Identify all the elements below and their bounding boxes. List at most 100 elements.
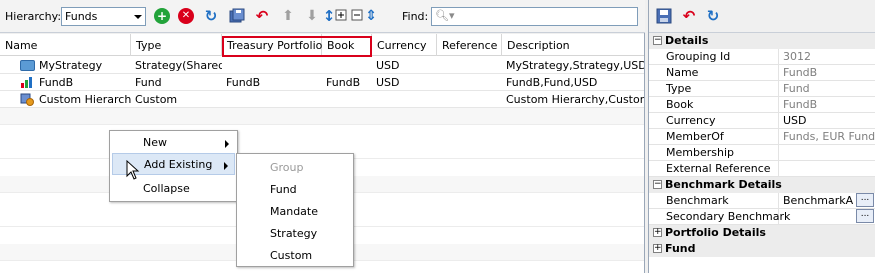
chevron-down-icon bbox=[134, 15, 142, 19]
delete-icon[interactable]: ✕ bbox=[178, 8, 194, 24]
add-existing-submenu: Group Fund Mandate Strategy Custom bbox=[236, 153, 354, 267]
row-reference bbox=[437, 74, 502, 90]
property-name: Currency bbox=[649, 113, 779, 129]
row-treasury bbox=[222, 91, 322, 107]
custom-hierarchy-icon bbox=[20, 93, 35, 106]
find-label: Find: bbox=[402, 10, 429, 23]
find-input[interactable]: 🔍︎▾ bbox=[431, 7, 638, 26]
table-row[interactable]: FundB Fund FundB FundB USD FundB,Fund,US… bbox=[0, 74, 644, 91]
property-row[interactable]: MemberOf Funds, EUR Funds bbox=[649, 129, 875, 145]
menu-item-label: New bbox=[143, 136, 167, 149]
row-type: Fund bbox=[135, 76, 162, 89]
row-type: Strategy(Shared) bbox=[135, 59, 222, 72]
properties-toolbar: ↶ ↻ bbox=[649, 0, 875, 33]
row-currency bbox=[372, 91, 437, 107]
property-row[interactable]: Benchmark BenchmarkA ... bbox=[649, 193, 875, 209]
column-header-type[interactable]: Type bbox=[131, 34, 222, 56]
column-header-name[interactable]: Name bbox=[0, 34, 131, 56]
row-name: FundB bbox=[39, 76, 74, 89]
menu-item-new[interactable]: New bbox=[112, 132, 235, 154]
submenu-arrow-icon bbox=[225, 140, 229, 148]
save-icon[interactable] bbox=[656, 8, 672, 24]
property-name: External Reference bbox=[649, 161, 779, 177]
benchmark-browse-button[interactable]: ... bbox=[856, 193, 874, 207]
row-currency: USD bbox=[376, 59, 400, 72]
submenu-item-fund[interactable]: Fund bbox=[239, 179, 351, 201]
row-type: Custom bbox=[135, 93, 178, 106]
property-name: Type bbox=[649, 81, 779, 97]
property-grid: − Details Grouping Id 3012 Name FundB Ty… bbox=[649, 33, 875, 273]
property-row[interactable]: Name FundB bbox=[649, 65, 875, 81]
save-all-icon[interactable] bbox=[229, 8, 245, 24]
submenu-item-custom[interactable]: Custom bbox=[239, 245, 351, 267]
submenu-item-mandate[interactable]: Mandate bbox=[239, 201, 351, 223]
property-row[interactable]: Secondary Benchmark ... bbox=[649, 209, 875, 225]
undo-icon[interactable]: ↶ bbox=[681, 7, 697, 25]
column-header-reference[interactable]: Reference bbox=[437, 34, 502, 56]
section-title: Benchmark Details bbox=[665, 178, 782, 191]
highlight-box bbox=[222, 36, 372, 57]
property-row[interactable]: Book FundB bbox=[649, 97, 875, 113]
property-name: Secondary Benchmark bbox=[649, 209, 790, 225]
table-row[interactable]: Custom Hierarchy Custom Custom Hierarchy… bbox=[0, 91, 644, 108]
fund-chart-icon bbox=[20, 76, 35, 89]
row-book bbox=[322, 91, 372, 107]
undo-icon[interactable]: ↶ bbox=[254, 7, 270, 25]
hierarchy-pane: Hierarchy: Funds + ✕ ↻ ↶ ⬆ ⬇ ↕ ⇕ Find: 🔍… bbox=[0, 0, 645, 273]
submenu-item-strategy[interactable]: Strategy bbox=[239, 223, 351, 245]
property-name: Name bbox=[649, 65, 779, 81]
hierarchy-select-value: Funds bbox=[65, 10, 98, 23]
refresh-icon[interactable]: ↻ bbox=[203, 7, 219, 25]
collapse-vertical-icon[interactable]: ⇕ bbox=[363, 8, 379, 24]
row-treasury bbox=[222, 57, 322, 73]
expand-all-icon[interactable] bbox=[334, 8, 350, 24]
row-treasury: FundB bbox=[226, 76, 261, 89]
row-reference bbox=[437, 91, 502, 107]
property-name: Membership bbox=[649, 145, 779, 161]
portfolio-section-header[interactable]: + Portfolio Details bbox=[649, 225, 875, 241]
property-row[interactable]: Type Fund bbox=[649, 81, 875, 97]
refresh-icon[interactable]: ↻ bbox=[705, 7, 721, 25]
add-icon[interactable]: + bbox=[154, 8, 170, 24]
hierarchy-select[interactable]: Funds bbox=[61, 7, 146, 26]
search-icon: 🔍︎▾ bbox=[435, 9, 455, 22]
row-description: Custom Hierarchy,Custom,nu bbox=[506, 93, 644, 106]
column-header-currency[interactable]: Currency bbox=[372, 34, 437, 56]
property-value: Funds, EUR Funds bbox=[783, 130, 875, 143]
row-reference bbox=[437, 57, 502, 73]
row-description: MyStrategy,Strategy,USD bbox=[506, 59, 644, 72]
benchmark-section-header[interactable]: − Benchmark Details bbox=[649, 177, 875, 193]
expand-icon[interactable]: + bbox=[653, 228, 662, 237]
details-section-header[interactable]: − Details bbox=[649, 33, 875, 49]
property-value: FundB bbox=[783, 98, 818, 111]
property-name: Book bbox=[649, 97, 779, 113]
property-row[interactable]: External Reference bbox=[649, 161, 875, 177]
row-book bbox=[322, 57, 372, 73]
property-value[interactable]: USD bbox=[780, 113, 875, 129]
row-name: Custom Hierarchy bbox=[39, 93, 131, 106]
submenu-item-group[interactable]: Group bbox=[239, 157, 351, 179]
empty-row bbox=[0, 108, 644, 125]
property-row[interactable]: Grouping Id 3012 bbox=[649, 49, 875, 65]
property-value[interactable] bbox=[780, 145, 875, 161]
property-row[interactable]: Currency USD bbox=[649, 113, 875, 129]
property-name: Grouping Id bbox=[649, 49, 779, 65]
section-title: Portfolio Details bbox=[665, 226, 766, 239]
collapse-icon[interactable]: − bbox=[653, 180, 662, 189]
property-name: MemberOf bbox=[649, 129, 779, 145]
expand-icon[interactable]: + bbox=[653, 244, 662, 253]
column-header-description[interactable]: Description bbox=[502, 34, 644, 56]
menu-item-label: Add Existing bbox=[144, 158, 213, 171]
mouse-cursor-icon bbox=[126, 159, 140, 180]
move-down-icon[interactable]: ⬇ bbox=[304, 8, 320, 24]
secondary-benchmark-browse-button[interactable]: ... bbox=[856, 209, 874, 223]
section-title: Fund bbox=[665, 242, 696, 255]
fund-section-header[interactable]: + Fund bbox=[649, 241, 875, 257]
collapse-icon[interactable]: − bbox=[653, 36, 662, 45]
move-up-icon[interactable]: ⬆ bbox=[280, 8, 296, 24]
property-row[interactable]: Membership bbox=[649, 145, 875, 161]
menu-item-collapse[interactable]: Collapse bbox=[112, 178, 235, 200]
property-value[interactable] bbox=[780, 161, 875, 177]
submenu-arrow-icon bbox=[224, 162, 228, 170]
table-row[interactable]: MyStrategy Strategy(Shared) USD MyStrate… bbox=[0, 57, 644, 74]
